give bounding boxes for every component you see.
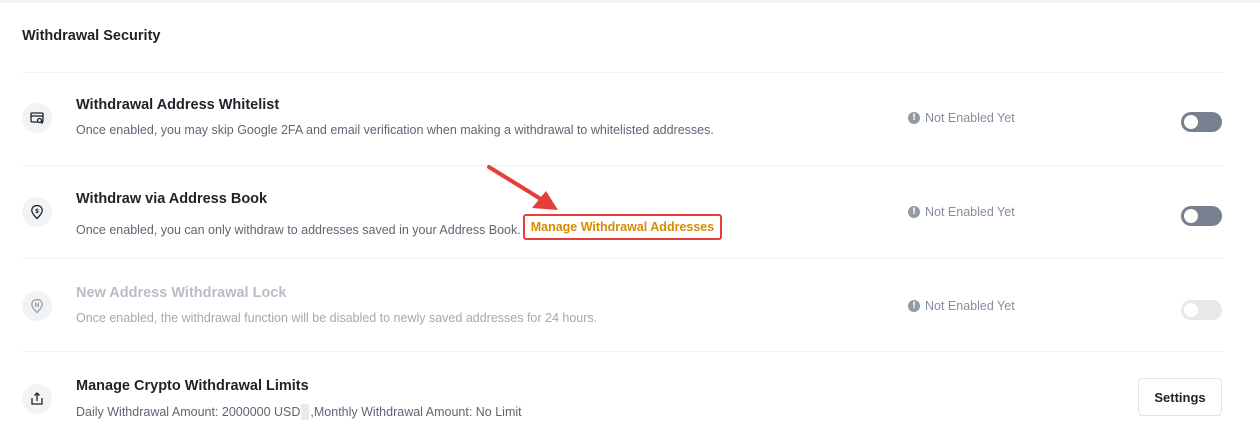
- row-address-book: $ Withdraw via Address Book Once enabled…: [0, 191, 1260, 261]
- toggle-knob: [1184, 115, 1198, 129]
- status-badge: ! Not Enabled Yet: [908, 205, 1015, 219]
- address-book-pin-icon: $: [22, 197, 52, 227]
- settings-button[interactable]: Settings: [1138, 378, 1222, 416]
- monthly-limit-text: ,Monthly Withdrawal Amount: No Limit: [310, 405, 522, 419]
- row-withdrawal-limits: Manage Crypto Withdrawal Limits Daily Wi…: [0, 378, 1260, 440]
- toggle-knob: [1184, 303, 1198, 317]
- top-divider: [0, 0, 1260, 3]
- svg-text:N: N: [34, 302, 39, 309]
- status-text: Not Enabled Yet: [925, 111, 1015, 125]
- row-title: New Address Withdrawal Lock: [76, 285, 287, 301]
- redaction-mark: [301, 404, 310, 420]
- row-address-whitelist: Withdrawal Address Whitelist Once enable…: [0, 97, 1260, 167]
- row-title: Manage Crypto Withdrawal Limits: [76, 378, 309, 394]
- status-text: Not Enabled Yet: [925, 299, 1015, 313]
- manage-withdrawal-addresses-link[interactable]: Manage Withdrawal Addresses: [531, 220, 715, 234]
- row-description: Once enabled, you may skip Google 2FA an…: [76, 123, 714, 137]
- section-title: Withdrawal Security: [22, 28, 161, 44]
- divider: [22, 165, 1222, 166]
- row-description: Once enabled, you can only withdraw to a…: [76, 214, 723, 243]
- info-icon: !: [908, 112, 920, 124]
- whitelist-toggle[interactable]: [1181, 112, 1222, 132]
- status-badge: ! Not Enabled Yet: [908, 299, 1015, 313]
- divider: [22, 258, 1222, 259]
- info-icon: !: [908, 300, 920, 312]
- toggle-knob: [1184, 209, 1198, 223]
- info-icon: !: [908, 206, 920, 218]
- status-text: Not Enabled Yet: [925, 205, 1015, 219]
- row-title: Withdrawal Address Whitelist: [76, 97, 280, 113]
- divider: [22, 351, 1222, 352]
- new-address-lock-toggle: [1181, 300, 1222, 320]
- new-address-lock-icon: N: [22, 291, 52, 321]
- upload-tray-icon: [22, 384, 52, 414]
- divider: [22, 72, 1222, 73]
- annotation-arrow-icon: [487, 165, 558, 210]
- daily-limit-text: Daily Withdrawal Amount: 2000000 USD: [76, 405, 301, 419]
- whitelist-card-icon: [22, 103, 52, 133]
- row-description: Once enabled, the withdrawal function wi…: [76, 311, 598, 325]
- status-badge: ! Not Enabled Yet: [908, 111, 1015, 125]
- row-description-text: Once enabled, you can only withdraw to a…: [76, 223, 521, 237]
- svg-text:$: $: [35, 208, 39, 215]
- withdrawal-security-page: Withdrawal Security Withdrawal Address W…: [0, 0, 1260, 440]
- row-description: Daily Withdrawal Amount: 2000000 USD ,Mon…: [76, 404, 522, 420]
- row-new-address-lock: N New Address Withdrawal Lock Once enabl…: [0, 285, 1260, 355]
- row-title: Withdraw via Address Book: [76, 191, 268, 207]
- address-book-toggle[interactable]: [1181, 206, 1222, 226]
